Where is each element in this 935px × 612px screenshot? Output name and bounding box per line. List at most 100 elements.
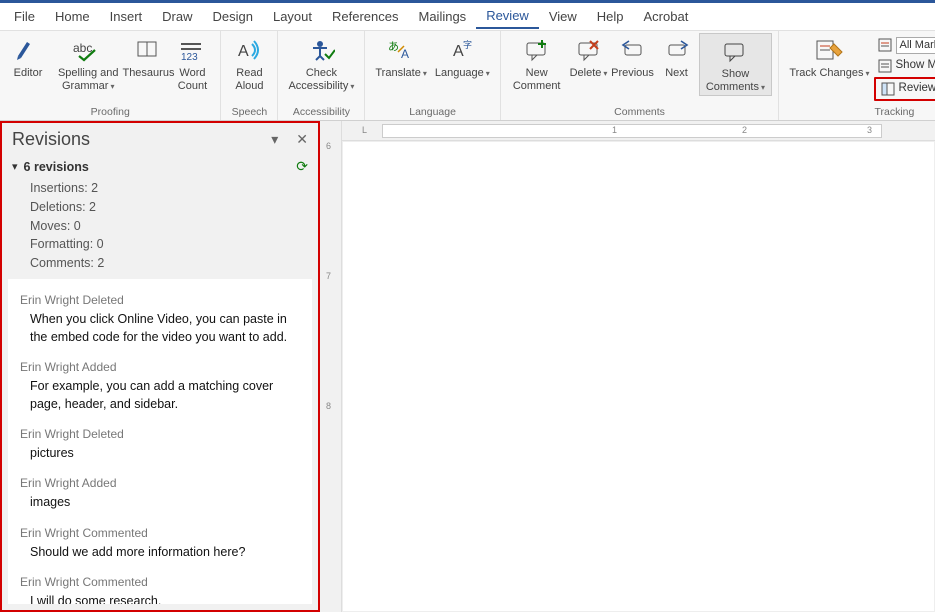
svg-text:字: 字 xyxy=(463,39,472,50)
tab-mailings[interactable]: Mailings xyxy=(409,5,477,28)
tab-insert[interactable]: Insert xyxy=(100,5,153,28)
revision-content: Should we add more information here? xyxy=(20,543,300,561)
tab-acrobat[interactable]: Acrobat xyxy=(634,5,699,28)
show-comments-button[interactable]: Show Comments▾ xyxy=(699,33,773,96)
tab-references[interactable]: References xyxy=(322,5,408,28)
revisions-pane-header: Revisions ▾ ✕ xyxy=(2,123,318,156)
revisions-pane-title: Revisions xyxy=(12,129,90,150)
previous-comment-icon xyxy=(620,35,646,65)
revisions-list[interactable]: Erin Wright Deleted When you click Onlin… xyxy=(8,279,312,604)
svg-text:A: A xyxy=(401,47,409,61)
new-comment-icon xyxy=(524,35,550,65)
editor-icon xyxy=(15,35,41,65)
track-changes-button[interactable]: Track Changes▾ xyxy=(785,33,873,82)
tab-file[interactable]: File xyxy=(4,5,45,28)
group-label-speech: Speech xyxy=(227,106,271,120)
workspace: Revisions ▾ ✕ ▾ 6 revisions ⟳ Insertions… xyxy=(0,121,935,612)
previous-comment-button[interactable]: Previous xyxy=(611,33,655,82)
readaloud-icon: A xyxy=(236,35,262,65)
tab-design[interactable]: Design xyxy=(203,5,263,28)
revision-item[interactable]: Erin Wright Added images xyxy=(20,476,300,511)
svg-text:abc: abc xyxy=(73,41,92,55)
language-button[interactable]: A字 Language▾ xyxy=(431,33,494,82)
revision-item[interactable]: Erin Wright Deleted When you click Onlin… xyxy=(20,293,300,346)
translate-icon: あA xyxy=(387,35,415,65)
chevron-down-icon[interactable]: ▾ xyxy=(12,160,18,173)
revision-author-action: Erin Wright Deleted xyxy=(20,427,300,441)
svg-text:123: 123 xyxy=(181,52,198,62)
readaloud-button[interactable]: A Read Aloud xyxy=(227,33,271,94)
group-label-accessibility: Accessibility xyxy=(284,106,358,120)
group-label-proofing: Proofing xyxy=(6,106,214,120)
page-canvas[interactable] xyxy=(342,141,935,612)
reviewing-pane-button[interactable]: Reviewing Pane▾ xyxy=(874,77,935,101)
revisions-summary: ▾ 6 revisions ⟳ Insertions: 2 Deletions:… xyxy=(2,156,318,279)
close-icon[interactable]: ✕ xyxy=(296,131,308,148)
revision-item[interactable]: Erin Wright Added For example, you can a… xyxy=(20,360,300,413)
group-speech: A Read Aloud Speech xyxy=(221,31,278,120)
tab-review[interactable]: Review xyxy=(476,4,539,29)
group-proofing: Editor abc Spelling and Grammar▾ Thesaur… xyxy=(0,31,221,120)
revision-content: For example, you can add a matching cove… xyxy=(20,377,300,413)
track-changes-icon xyxy=(814,35,844,65)
document-area: 6 7 8 L 1 2 3 xyxy=(320,121,935,612)
stat-insertions: Insertions: 2 xyxy=(12,179,308,198)
tracking-stack: All Markup▾ Show Markup▾ Reviewing Pane▾ xyxy=(874,33,935,102)
stat-deletions: Deletions: 2 xyxy=(12,198,308,217)
tab-draw[interactable]: Draw xyxy=(152,5,202,28)
next-comment-icon xyxy=(664,35,690,65)
tab-home[interactable]: Home xyxy=(45,5,100,28)
ribbon: Editor abc Spelling and Grammar▾ Thesaur… xyxy=(0,31,935,121)
group-label-language: Language xyxy=(371,106,493,120)
show-markup-icon xyxy=(878,58,892,74)
accessibility-icon xyxy=(307,35,335,65)
translate-button[interactable]: あA Translate▾ xyxy=(371,33,430,82)
group-label-comments: Comments xyxy=(507,106,773,120)
new-comment-button[interactable]: New Comment xyxy=(507,33,567,94)
reviewing-pane-icon xyxy=(881,81,895,97)
group-language: あA Translate▾ A字 Language▾ Language xyxy=(365,31,500,120)
wordcount-icon: 123 xyxy=(177,35,207,65)
show-markup-button[interactable]: Show Markup▾ xyxy=(874,57,935,75)
revision-author-action: Erin Wright Added xyxy=(20,360,300,374)
group-accessibility: Check Accessibility▾ Accessibility xyxy=(278,31,365,120)
revision-count: 6 revisions xyxy=(24,160,89,174)
revision-item[interactable]: Erin Wright Commented I will do some res… xyxy=(20,575,300,604)
spelling-icon: abc xyxy=(73,35,103,65)
vertical-ruler: 6 7 8 xyxy=(320,121,342,612)
refresh-icon[interactable]: ⟳ xyxy=(296,158,308,175)
wordcount-button[interactable]: 123 Word Count xyxy=(170,33,214,94)
revision-author-action: Erin Wright Commented xyxy=(20,526,300,540)
menu-bar: File Home Insert Draw Design Layout Refe… xyxy=(0,3,935,31)
svg-text:あ: あ xyxy=(388,40,399,53)
delete-comment-button[interactable]: Delete▾ xyxy=(567,33,611,82)
markup-icon xyxy=(878,37,892,53)
show-comments-icon xyxy=(722,36,748,66)
stat-formatting: Formatting: 0 xyxy=(12,235,308,254)
markup-combo[interactable]: All Markup▾ xyxy=(874,36,935,55)
next-comment-button[interactable]: Next xyxy=(655,33,699,82)
revision-content: pictures xyxy=(20,444,300,462)
revision-author-action: Erin Wright Commented xyxy=(20,575,300,589)
revision-content: images xyxy=(20,493,300,511)
revision-author-action: Erin Wright Added xyxy=(20,476,300,490)
editor-button[interactable]: Editor xyxy=(6,33,50,82)
check-accessibility-button[interactable]: Check Accessibility▾ xyxy=(284,33,358,94)
svg-text:A: A xyxy=(238,43,249,60)
thesaurus-icon xyxy=(135,35,161,65)
thesaurus-button[interactable]: Thesaurus xyxy=(126,33,170,82)
stat-moves: Moves: 0 xyxy=(12,217,308,236)
horizontal-ruler: L 1 2 3 xyxy=(342,121,935,141)
spelling-button[interactable]: abc Spelling and Grammar▾ xyxy=(50,33,126,94)
language-icon: A字 xyxy=(450,35,474,65)
group-tracking: Track Changes▾ All Markup▾ Show Markup▾ xyxy=(779,31,935,120)
chevron-down-icon[interactable]: ▾ xyxy=(271,131,278,148)
revision-item[interactable]: Erin Wright Commented Should we add more… xyxy=(20,526,300,561)
tab-layout[interactable]: Layout xyxy=(263,5,322,28)
revision-content: When you click Online Video, you can pas… xyxy=(20,310,300,346)
stat-comments: Comments: 2 xyxy=(12,254,308,273)
tab-view[interactable]: View xyxy=(539,5,587,28)
revision-item[interactable]: Erin Wright Deleted pictures xyxy=(20,427,300,462)
revision-content: I will do some research. xyxy=(20,592,300,604)
tab-help[interactable]: Help xyxy=(587,5,634,28)
